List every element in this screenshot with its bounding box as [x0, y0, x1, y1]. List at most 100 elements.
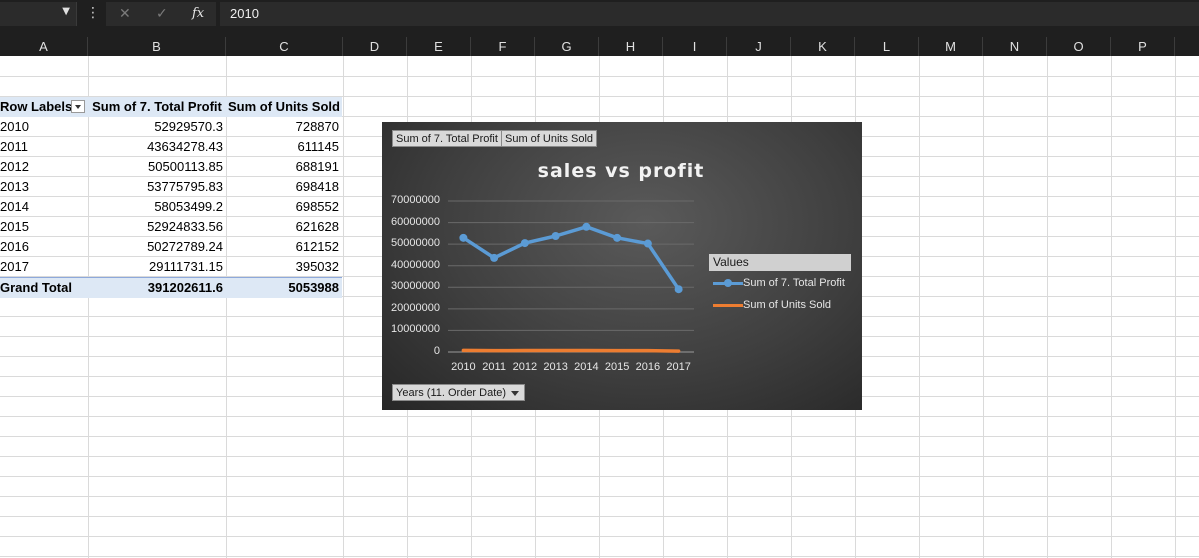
column-header-l[interactable]: L	[855, 37, 919, 56]
axis-field-label: Years (11. Order Date)	[396, 387, 507, 399]
grid-column-line	[343, 56, 344, 558]
data-point-profit[interactable]	[459, 233, 468, 242]
legend-marker	[724, 279, 732, 287]
pivot-grand-total-row[interactable]: Grand Total 391202611.6 5053988	[0, 277, 342, 298]
data-point-profit[interactable]	[520, 239, 529, 248]
grid-row-line	[0, 496, 1199, 497]
units-value: 688191	[295, 159, 339, 174]
row-label: 2015	[0, 219, 29, 234]
profit-value: 50272789.24	[147, 239, 223, 254]
chevron-down-icon[interactable]: ▼	[62, 6, 70, 17]
profit-value: 50500113.85	[148, 159, 223, 174]
column-header-f[interactable]: F	[471, 37, 535, 56]
pivot-row[interactable]: 2012 50500113.85 688191	[0, 157, 342, 177]
column-header-a[interactable]: A	[0, 37, 88, 56]
close-icon[interactable]: ✕	[119, 6, 131, 22]
column-header-p[interactable]: P	[1111, 37, 1175, 56]
units-value: 611145	[297, 139, 339, 154]
data-point-profit[interactable]	[613, 233, 622, 242]
row-label: 2013	[0, 179, 29, 194]
column-header-j[interactable]: J	[727, 37, 791, 56]
column-header-k[interactable]: K	[791, 37, 855, 56]
more-options-icon[interactable]: ⋮	[86, 5, 100, 21]
name-box[interactable]: ▼	[0, 2, 77, 26]
column-header-h[interactable]: H	[599, 37, 663, 56]
units-value: 698552	[295, 199, 339, 214]
profit-value: 58053499.2	[154, 199, 223, 214]
pivot-row[interactable]: 2011 43634278.43 611145	[0, 137, 342, 157]
column-header-i[interactable]: I	[663, 37, 727, 56]
data-point-profit[interactable]	[643, 239, 652, 248]
column-header-e[interactable]: E	[407, 37, 471, 56]
profit-value: 29111731.15	[149, 259, 223, 274]
profit-value: 43634278.43	[147, 139, 223, 154]
row-label: 2011	[0, 139, 28, 154]
grid-row-line	[0, 476, 1199, 477]
grid-row-line	[0, 416, 1199, 417]
grid-column-line	[1175, 56, 1176, 558]
axis-field-button[interactable]: Years (11. Order Date)	[392, 384, 526, 401]
legend-label: Sum of 7. Total Profit	[743, 277, 845, 289]
grid-column-line	[1111, 56, 1112, 558]
grid-row-line	[0, 516, 1199, 517]
formula-input[interactable]: 2010	[220, 2, 1199, 26]
column-header-b[interactable]: B	[88, 37, 226, 56]
grid-column-line	[1047, 56, 1048, 558]
column-header-m[interactable]: M	[919, 37, 983, 56]
chevron-down-icon[interactable]	[511, 391, 520, 396]
grid-row-line	[0, 536, 1199, 537]
pivot-row[interactable]: 2013 53775795.83 698418	[0, 177, 342, 197]
row-labels-header: Row Labels	[0, 97, 88, 117]
insert-function-icon[interactable]: fx	[192, 6, 204, 21]
column-header-n[interactable]: N	[983, 37, 1047, 56]
column-header-d[interactable]: D	[343, 37, 407, 56]
column-header-q[interactable]	[1175, 37, 1199, 56]
profit-value: 53775795.83	[147, 179, 223, 194]
formula-buttons: ✕ ✓ fx	[106, 2, 216, 26]
grid-row-line	[0, 456, 1199, 457]
units-value: 395032	[295, 259, 339, 274]
grand-total-profit: 391202611.6	[147, 280, 223, 295]
pivot-chart[interactable]: Sum of 7. Total Profit Sum of Units Sold…	[382, 122, 862, 410]
profit-value: 52929570.3	[154, 119, 223, 134]
pivot-header-row: Row Labels Sum of 7. Total Profit Sum of…	[0, 97, 342, 117]
column-header-o[interactable]: O	[1047, 37, 1111, 56]
row-label: 2016	[0, 239, 29, 254]
column-header-row: A B C D E F G H I J K L M N O P	[0, 37, 1199, 56]
units-value: 612152	[295, 239, 339, 254]
legend-swatch	[713, 304, 743, 307]
formula-bar: ▼ ⋮ ✕ ✓ fx 2010	[0, 0, 1199, 29]
data-point-profit[interactable]	[582, 222, 591, 231]
legend-title: Values	[709, 254, 851, 271]
units-value: 728870	[295, 119, 339, 134]
row-label: 2012	[0, 159, 29, 174]
pivot-row[interactable]: 2010 52929570.3 728870	[0, 117, 342, 137]
grand-total-label: Grand Total	[0, 280, 72, 295]
data-point-profit[interactable]	[551, 231, 560, 240]
grid-row-line	[0, 76, 1199, 77]
row-label: 2017	[0, 259, 29, 274]
pivot-row[interactable]: 2014 58053499.2 698552	[0, 197, 342, 217]
grid-row-line	[0, 556, 1199, 557]
column-header-c[interactable]: C	[226, 37, 343, 56]
grid-column-line	[983, 56, 984, 558]
units-header: Sum of Units Sold	[228, 99, 340, 114]
column-header-g[interactable]: G	[535, 37, 599, 56]
grid-column-line	[919, 56, 920, 558]
filter-dropdown-icon[interactable]	[71, 100, 85, 113]
row-labels-text: Row Labels	[0, 99, 73, 114]
data-point-profit[interactable]	[674, 285, 683, 294]
check-icon[interactable]: ✓	[156, 6, 168, 22]
profit-value: 52924833.56	[147, 219, 223, 234]
pivot-row[interactable]: 2015 52924833.56 621628	[0, 217, 342, 237]
pivot-row[interactable]: 2016 50272789.24 612152	[0, 237, 342, 257]
data-point-profit[interactable]	[490, 253, 499, 262]
grid-row-line	[0, 436, 1199, 437]
profit-header: Sum of 7. Total Profit	[92, 99, 222, 114]
series-line-units[interactable]	[461, 348, 681, 353]
row-label: 2010	[0, 119, 29, 134]
units-value: 698418	[295, 179, 339, 194]
row-label: 2014	[0, 199, 29, 214]
grand-total-units: 5053988	[288, 280, 339, 295]
pivot-row[interactable]: 2017 29111731.15 395032	[0, 257, 342, 277]
